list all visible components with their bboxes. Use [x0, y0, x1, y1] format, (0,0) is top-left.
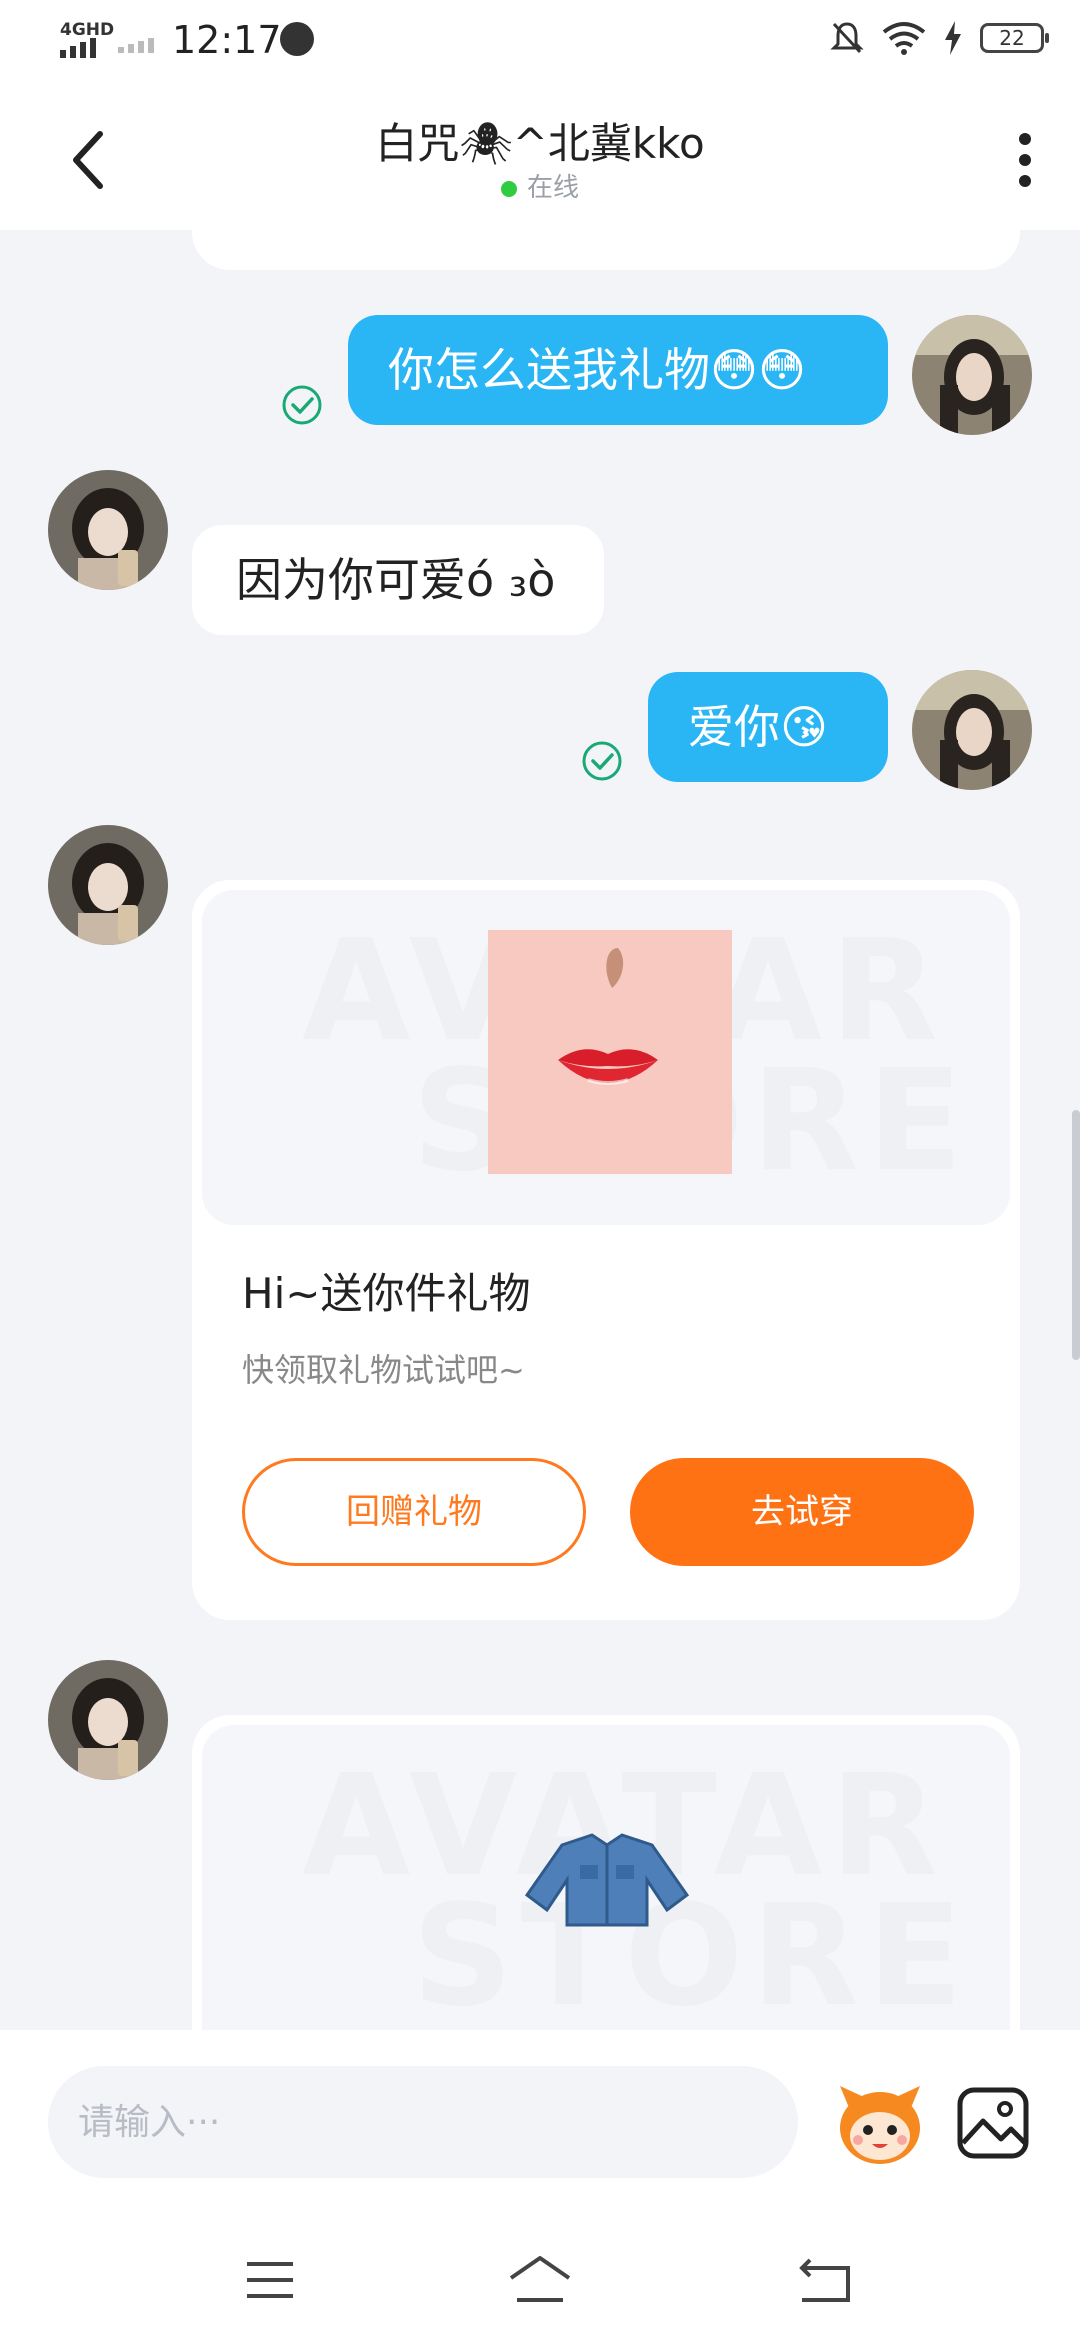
online-status-label: 在线	[526, 173, 579, 203]
return-gift-button[interactable]: 回赠礼物	[242, 1458, 586, 1566]
charging-icon	[945, 21, 961, 55]
my-avatar[interactable]	[912, 670, 1032, 790]
check-circle-icon	[282, 385, 322, 425]
mute-bell-icon	[830, 22, 864, 54]
gift-preview[interactable]: AVATAR STORE	[202, 1725, 1010, 2030]
image-icon[interactable]	[955, 2085, 1031, 2161]
menu-icon[interactable]	[235, 2250, 305, 2310]
message-bubble-incoming[interactable]: 因为你可爱ό ₃ò	[192, 525, 604, 635]
clock: 12:17	[172, 18, 282, 62]
try-on-button[interactable]: 去试穿	[630, 1458, 974, 1566]
online-status: 在线	[0, 167, 1080, 204]
system-nav-bar	[0, 2215, 1080, 2340]
message-bubble-outgoing[interactable]: 你怎么送我礼物😳😳	[348, 315, 888, 425]
input-bar	[0, 2030, 1080, 2215]
my-avatar[interactable]	[912, 315, 1032, 435]
scrollbar-thumb[interactable]	[1072, 1110, 1080, 1360]
wifi-icon	[882, 22, 926, 55]
message-input[interactable]	[48, 2066, 798, 2178]
denim-jacket-image	[524, 1833, 690, 1927]
contact-avatar[interactable]	[48, 1660, 168, 1780]
speed-icon	[280, 22, 314, 56]
chat-header: 白咒🕷^北冀kko 在线	[0, 85, 1080, 230]
message-list[interactable]: 你怎么送我礼物😳😳 因为你可爱ό ₃ò 爱你😘 Hi~送你件礼物 快领取礼物试试…	[0, 230, 1080, 2030]
more-vertical-icon[interactable]	[1000, 125, 1050, 195]
gift-subtitle: 快领取礼物试试吧~	[242, 1351, 525, 1389]
contact-avatar[interactable]	[48, 825, 168, 945]
lips-makeup-image	[488, 930, 732, 1174]
gift-preview[interactable]: AVATAR STORE	[202, 890, 1010, 1225]
mascot-emoji-icon[interactable]	[830, 2072, 930, 2172]
gift-card[interactable]: AVATAR STORE	[192, 1715, 1020, 2030]
network-type: 4GHD	[60, 20, 115, 40]
status-bar: 4GHD 12:17 22	[0, 0, 1080, 85]
signal-icon	[60, 38, 96, 58]
check-circle-icon	[582, 741, 622, 781]
message-bubble-outgoing[interactable]: 爱你😘	[648, 672, 888, 782]
previous-message-bubble	[192, 230, 1020, 270]
contact-name: 白咒🕷^北冀kko	[375, 119, 705, 168]
battery-icon: 22	[980, 23, 1049, 53]
signal-secondary-icon	[118, 38, 154, 53]
home-icon[interactable]	[505, 2250, 575, 2310]
online-dot-icon	[500, 180, 517, 197]
gift-title: Hi~送你件礼物	[242, 1269, 531, 1318]
gift-card[interactable]: AVATAR STORE Hi~送你件礼物 快领取礼物试试吧~ 回赠礼物 去试穿	[192, 880, 1020, 1620]
contact-avatar[interactable]	[48, 470, 168, 590]
return-icon[interactable]	[790, 2250, 860, 2310]
